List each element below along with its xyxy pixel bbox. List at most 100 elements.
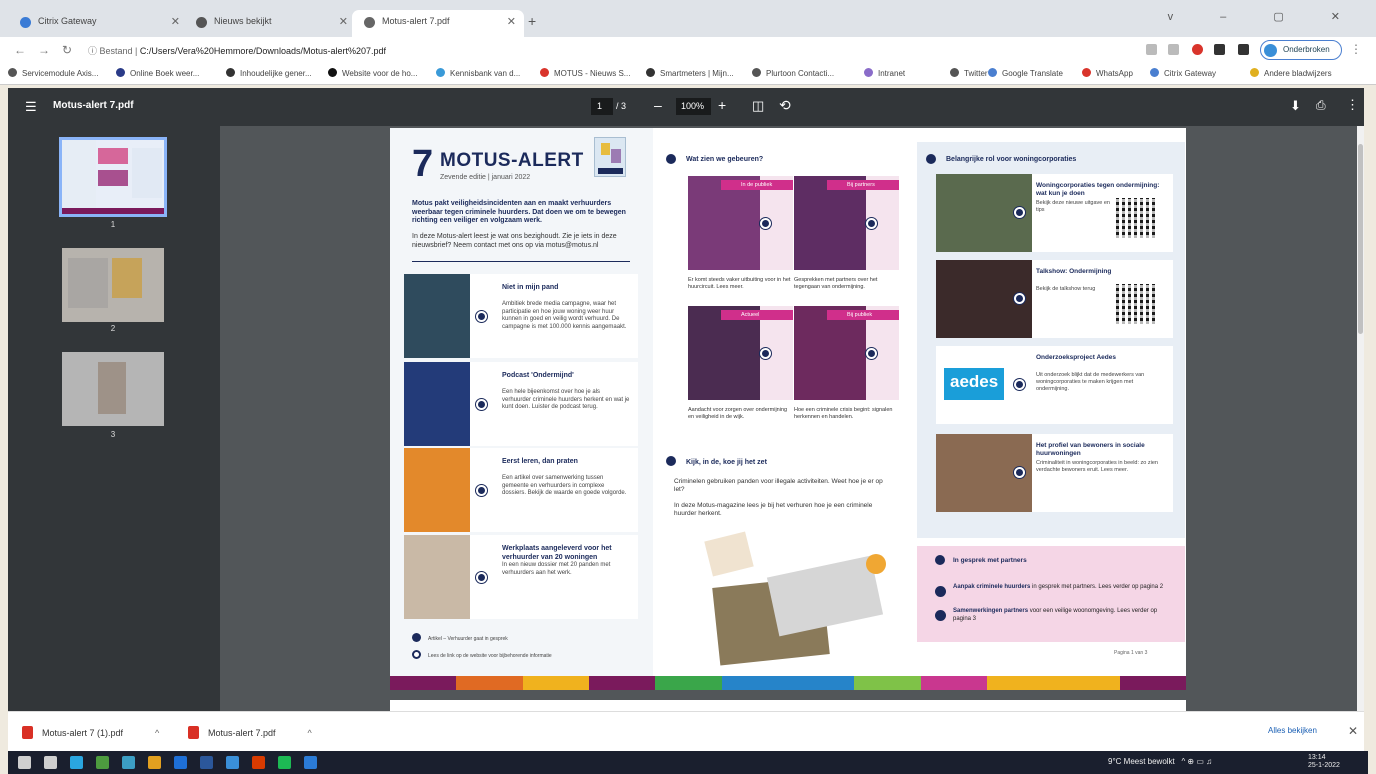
chevron-up-icon[interactable]: ^: [155, 728, 159, 738]
arrow-icon[interactable]: [1014, 467, 1025, 478]
bookmark-item[interactable]: Inhoudelijke gener...: [226, 68, 312, 78]
arrow-icon[interactable]: [1014, 379, 1025, 390]
arrow-icon[interactable]: [760, 218, 771, 229]
close-tab-icon[interactable]: ✕: [507, 15, 516, 28]
story-image: [404, 448, 470, 532]
zoom-input[interactable]: 100%: [676, 98, 711, 115]
star-icon[interactable]: [1168, 44, 1179, 55]
bookmark-item[interactable]: Google Translate: [988, 68, 1063, 78]
arrow-icon[interactable]: [476, 399, 487, 410]
clock[interactable]: 13:14 25-1-2022: [1308, 754, 1340, 770]
left-column: 7 MOTUS-ALERT Zevende editie | januari 2…: [390, 128, 653, 688]
taskbar-app-icon[interactable]: [18, 756, 31, 769]
story-card[interactable]: Niet in mijn pand Ambitiek brede media ca…: [404, 274, 638, 358]
close-tab-icon[interactable]: ✕: [339, 15, 348, 28]
fit-page-icon[interactable]: ◫: [752, 98, 764, 114]
partner-card[interactable]: Woningcorporaties tegen ondermijning: wa…: [936, 174, 1173, 252]
window-controls[interactable]: v – ▢ ✕: [1168, 10, 1362, 23]
bookmark-item[interactable]: Intranet: [864, 68, 905, 78]
story-card[interactable]: Podcast 'Ondermijnd' Een hele bijeenkomst…: [404, 362, 638, 446]
zoom-out-button[interactable]: –: [654, 97, 662, 113]
bookmark-item[interactable]: WhatsApp: [1082, 68, 1133, 78]
taskbar-app-icon[interactable]: [70, 756, 83, 769]
taskbar-app-icon[interactable]: [122, 756, 135, 769]
taskbar-app-icon[interactable]: [252, 756, 265, 769]
taskbar-app-icon[interactable]: [226, 756, 239, 769]
qr-code[interactable]: [1116, 198, 1156, 238]
print-icon[interactable]: ⎙: [1316, 98, 1326, 113]
bookmark-item[interactable]: Online Boek weer...: [116, 68, 199, 78]
partner-card[interactable]: aedes Onderzoeksproject Aedes Uit onderzoe…: [936, 346, 1173, 424]
story-card[interactable]: Werkplaats aangeleverd voor het verhuurd…: [404, 535, 638, 619]
profile-paused-button[interactable]: Onderbroken: [1260, 40, 1342, 60]
close-download-bar-icon[interactable]: ✕: [1348, 724, 1358, 738]
back-icon[interactable]: ←: [14, 43, 26, 57]
arrow-icon[interactable]: [476, 572, 487, 583]
page-number-input[interactable]: 1: [591, 98, 613, 115]
download-icon[interactable]: ⬇: [1290, 98, 1301, 114]
arrow-icon[interactable]: [1014, 293, 1025, 304]
tab-nieuws[interactable]: Nieuws bekijkt ✕: [184, 10, 356, 37]
page-thumbnail-3[interactable]: [62, 352, 164, 426]
extension-icon[interactable]: [1192, 44, 1203, 55]
news-photo-card[interactable]: Bij publiek Hoe een criminele crisis begi…: [794, 306, 899, 420]
reload-icon[interactable]: ↻: [62, 43, 72, 57]
tab-citrix[interactable]: Citrix Gateway ✕: [8, 10, 188, 37]
rotate-icon[interactable]: ⟲: [779, 97, 791, 114]
news-photo-card[interactable]: Bij partners Gesprekken met partners over…: [794, 176, 899, 290]
download-item[interactable]: Motus-alert 7.pdf ^: [188, 726, 312, 739]
taskbar-app-icon[interactable]: [278, 756, 291, 769]
bookmark-item[interactable]: Website voor de ho...: [328, 68, 417, 78]
news-photo-card[interactable]: Actueel Aandacht voor zorgen over ondermi…: [688, 306, 793, 420]
more-options-icon[interactable]: ⋮: [1346, 97, 1359, 113]
partner-card[interactable]: Talkshow: Ondermijning Bekijk de talkshow…: [936, 260, 1173, 338]
taskbar-app-icon[interactable]: [304, 756, 317, 769]
close-tab-icon[interactable]: ✕: [171, 15, 180, 28]
bookmark-item[interactable]: Andere bladwijzers: [1250, 68, 1332, 78]
taskbar-app-icon[interactable]: [174, 756, 187, 769]
bookmark-item[interactable]: Kennisbank van d...: [436, 68, 520, 78]
tab-motus-pdf[interactable]: Motus-alert 7.pdf ✕: [352, 10, 524, 37]
story-card[interactable]: Eerst leren, dan praten Een artikel over …: [404, 448, 638, 532]
zoom-in-button[interactable]: +: [718, 97, 726, 113]
menu-icon[interactable]: ⋮: [1350, 42, 1362, 56]
hamburger-icon[interactable]: ☰: [25, 99, 37, 115]
system-tray[interactable]: 9°C Meest bewolkt ^ ⊕ ▭ ♫: [1108, 757, 1212, 766]
taskbar-app-icon[interactable]: [96, 756, 109, 769]
bookmark-item[interactable]: Twitter: [950, 68, 988, 78]
download-item[interactable]: Motus-alert 7 (1).pdf ^: [22, 726, 159, 739]
forward-icon[interactable]: →: [38, 43, 50, 57]
sidepanel-icon[interactable]: [1238, 44, 1249, 55]
share-icon[interactable]: [1146, 44, 1157, 55]
new-tab-button[interactable]: +: [528, 13, 536, 29]
qr-code[interactable]: [1116, 284, 1156, 324]
bookmark-item[interactable]: Citrix Gateway: [1150, 68, 1216, 78]
puzzle-icon[interactable]: [1214, 44, 1225, 55]
arrow-icon[interactable]: [866, 348, 877, 359]
bookmark-item[interactable]: MOTUS - Nieuws S...: [540, 68, 630, 78]
scrollbar-thumb[interactable]: [1358, 144, 1363, 334]
bookmark-item[interactable]: Smartmeters | Mijn...: [646, 68, 734, 78]
show-all-downloads-link[interactable]: Alles bekijken: [1268, 726, 1317, 735]
arrow-icon[interactable]: [866, 218, 877, 229]
taskbar-app-icon[interactable]: [200, 756, 213, 769]
bookmark-item[interactable]: Servicemodule Axis...: [8, 68, 98, 78]
page-thumbnail-2[interactable]: [62, 248, 164, 322]
url-field[interactable]: ⓘ Bestand | C:/Users/Vera%20Hemmore/Down…: [88, 44, 386, 57]
arrow-icon[interactable]: [476, 311, 487, 322]
bookmark-item[interactable]: Plurtoon Contacti...: [752, 68, 834, 78]
page-thumbnail-1[interactable]: [59, 137, 167, 217]
story-image: [404, 362, 470, 446]
arrow-icon[interactable]: [760, 348, 771, 359]
chevron-up-icon[interactable]: ^: [308, 728, 312, 738]
scrollbar[interactable]: [1357, 126, 1364, 711]
news-photo-card[interactable]: In de publiek Er komt steeds vaker uitbui…: [688, 176, 793, 290]
pdf-viewport[interactable]: 7 MOTUS-ALERT Zevende editie | januari 2…: [220, 126, 1357, 711]
newsletter-title: MOTUS-ALERT: [440, 150, 584, 171]
stripe-segment: [920, 676, 988, 690]
arrow-icon[interactable]: [476, 485, 487, 496]
taskbar-app-icon[interactable]: [44, 756, 57, 769]
taskbar-app-icon[interactable]: [148, 756, 161, 769]
arrow-icon[interactable]: [1014, 207, 1025, 218]
partner-card[interactable]: Het profiel van bewoners in sociale huur…: [936, 434, 1173, 512]
